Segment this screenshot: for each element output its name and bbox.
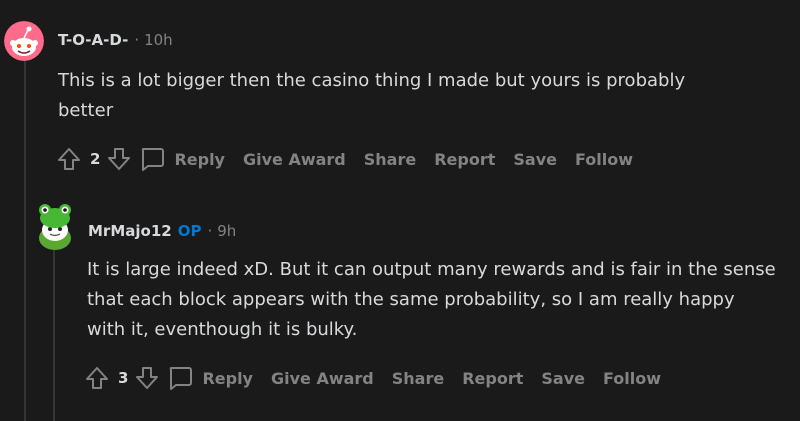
reply-button[interactable]: Reply: [138, 145, 243, 173]
timestamp[interactable]: 9h: [217, 222, 236, 240]
follow-button[interactable]: Follow: [575, 150, 633, 169]
reply-label[interactable]: Reply: [174, 150, 225, 169]
avatar[interactable]: [33, 200, 77, 250]
pink-snoo-avatar-icon: [4, 21, 44, 61]
comment-actions: 2 Reply Give Award Share Report Save Fol…: [56, 145, 651, 173]
comment-body: This is a lot bigger then the casino thi…: [58, 70, 686, 121]
thread-line-reply[interactable]: [53, 250, 55, 421]
comment-thread: T-O-A-D- · 10h This is a lot bigger then…: [0, 0, 800, 421]
vote-count: 3: [118, 369, 129, 387]
follow-button[interactable]: Follow: [603, 369, 661, 388]
comment-body: It is large indeed xD. But it can output…: [87, 259, 776, 340]
comment-bubble-icon: [142, 148, 165, 171]
green-frog-hat-snoo-avatar-icon: [39, 204, 71, 250]
avatar[interactable]: [4, 21, 44, 61]
downvote-icon[interactable]: [106, 146, 132, 172]
separator: ·: [207, 222, 213, 240]
upvote-icon[interactable]: [56, 146, 82, 172]
save-button[interactable]: Save: [513, 150, 557, 169]
comment-header: T-O-A-D- · 10h: [58, 31, 173, 49]
give-award-button[interactable]: Give Award: [271, 369, 374, 388]
username[interactable]: T-O-A-D-: [58, 31, 128, 49]
reply-label[interactable]: Reply: [202, 369, 253, 388]
upvote-icon[interactable]: [84, 365, 110, 391]
share-button[interactable]: Share: [364, 150, 416, 169]
vote-count: 2: [90, 150, 101, 168]
give-award-button[interactable]: Give Award: [243, 150, 346, 169]
comment-header: MrMajo12 OP · 9h: [88, 222, 236, 240]
downvote-icon[interactable]: [134, 365, 160, 391]
username[interactable]: MrMajo12: [88, 222, 172, 240]
reply-button[interactable]: Reply: [166, 364, 271, 392]
comment-bubble-icon: [170, 367, 193, 390]
report-button[interactable]: Report: [434, 150, 495, 169]
save-button[interactable]: Save: [541, 369, 585, 388]
separator: ·: [134, 31, 140, 49]
share-button[interactable]: Share: [392, 369, 444, 388]
timestamp[interactable]: 10h: [144, 31, 173, 49]
report-button[interactable]: Report: [462, 369, 523, 388]
thread-line-root[interactable]: [24, 60, 26, 421]
op-badge: OP: [177, 222, 202, 240]
comment-actions: 3 Reply Give Award Share Report Save Fol…: [84, 364, 679, 392]
